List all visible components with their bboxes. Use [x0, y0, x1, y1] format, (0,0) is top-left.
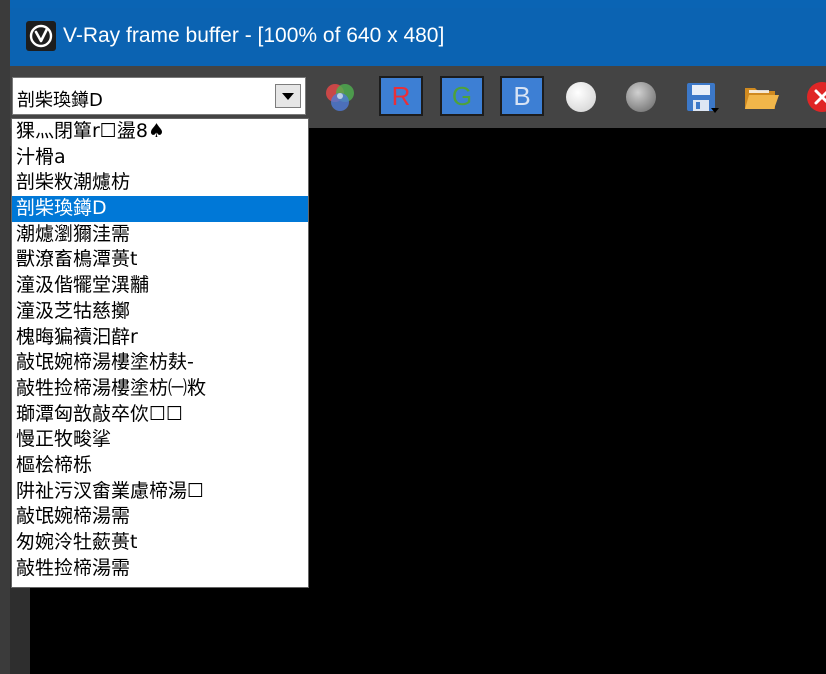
blue-channel-button[interactable]: B — [500, 76, 544, 116]
open-folder-icon[interactable] — [739, 78, 783, 118]
channel-dropdown-list[interactable]: 猓灬閉簞r☐盪8♠ 汁榾a 剖柴敉潮爈枋 剖柴瑍鐏D 潮爈瀏獮洼需 獸潦畜樢潭蒉… — [11, 118, 309, 588]
color-channels-icon[interactable] — [317, 78, 361, 118]
green-channel-button[interactable]: G — [440, 76, 484, 116]
white-circle-icon[interactable] — [559, 78, 603, 118]
list-item[interactable]: 敲氓婉楴湯樓塗枋麸- — [12, 350, 308, 376]
chevron-down-icon[interactable] — [275, 84, 301, 108]
channel-select-value: 剖柴瑍鐏D — [17, 90, 103, 111]
list-item[interactable]: 猓灬閉簞r☐盪8♠ — [12, 119, 308, 145]
list-item[interactable]: 慢正牧畯挲 — [12, 427, 308, 453]
list-item[interactable]: 潮爈瀏獮洼需 — [12, 222, 308, 248]
list-item[interactable]: 敲牲捡楴湯需 — [12, 556, 308, 582]
vray-logo-icon — [26, 21, 56, 51]
list-item[interactable]: 敲牲捡楴湯樓塗枋㈠敉 — [12, 376, 308, 402]
list-item[interactable]: 匆婉泠牡蘝蒉t — [12, 530, 308, 556]
list-item[interactable]: 敲氓婉楴湯需 — [12, 504, 308, 530]
channel-select[interactable]: 剖柴瑍鐏D — [12, 77, 306, 115]
list-item[interactable]: 剖柴敉潮爈枋 — [12, 170, 308, 196]
list-item[interactable]: 潼汲芝牯慈擲 — [12, 299, 308, 325]
close-icon[interactable] — [800, 78, 826, 118]
list-item[interactable]: 瑡潭匈敨敲卒佽☐☐ — [12, 402, 308, 428]
list-item[interactable]: 獸潦畜樢潭蒉t — [12, 247, 308, 273]
title-bar[interactable]: V-Ray frame buffer - [100% of 640 x 480] — [10, 8, 826, 66]
window-title: V-Ray frame buffer - [100% of 640 x 480] — [63, 24, 445, 47]
list-item[interactable]: 潼汲偕犤堂潩黼 — [12, 273, 308, 299]
list-item[interactable]: 樞桧楴栎 — [12, 453, 308, 479]
list-item-selected[interactable]: 剖柴瑍鐏D — [12, 196, 308, 222]
list-item[interactable]: 阱祉污汊畬業慮楴湯☐ — [12, 479, 308, 505]
red-channel-button[interactable]: R — [379, 76, 423, 116]
save-icon[interactable] — [679, 78, 723, 118]
list-item[interactable]: 槐晦猵襩汩辪r — [12, 325, 308, 351]
background-app-edge — [0, 0, 10, 674]
gray-circle-icon[interactable] — [619, 78, 663, 118]
list-item[interactable]: 汁榾a — [12, 145, 308, 171]
